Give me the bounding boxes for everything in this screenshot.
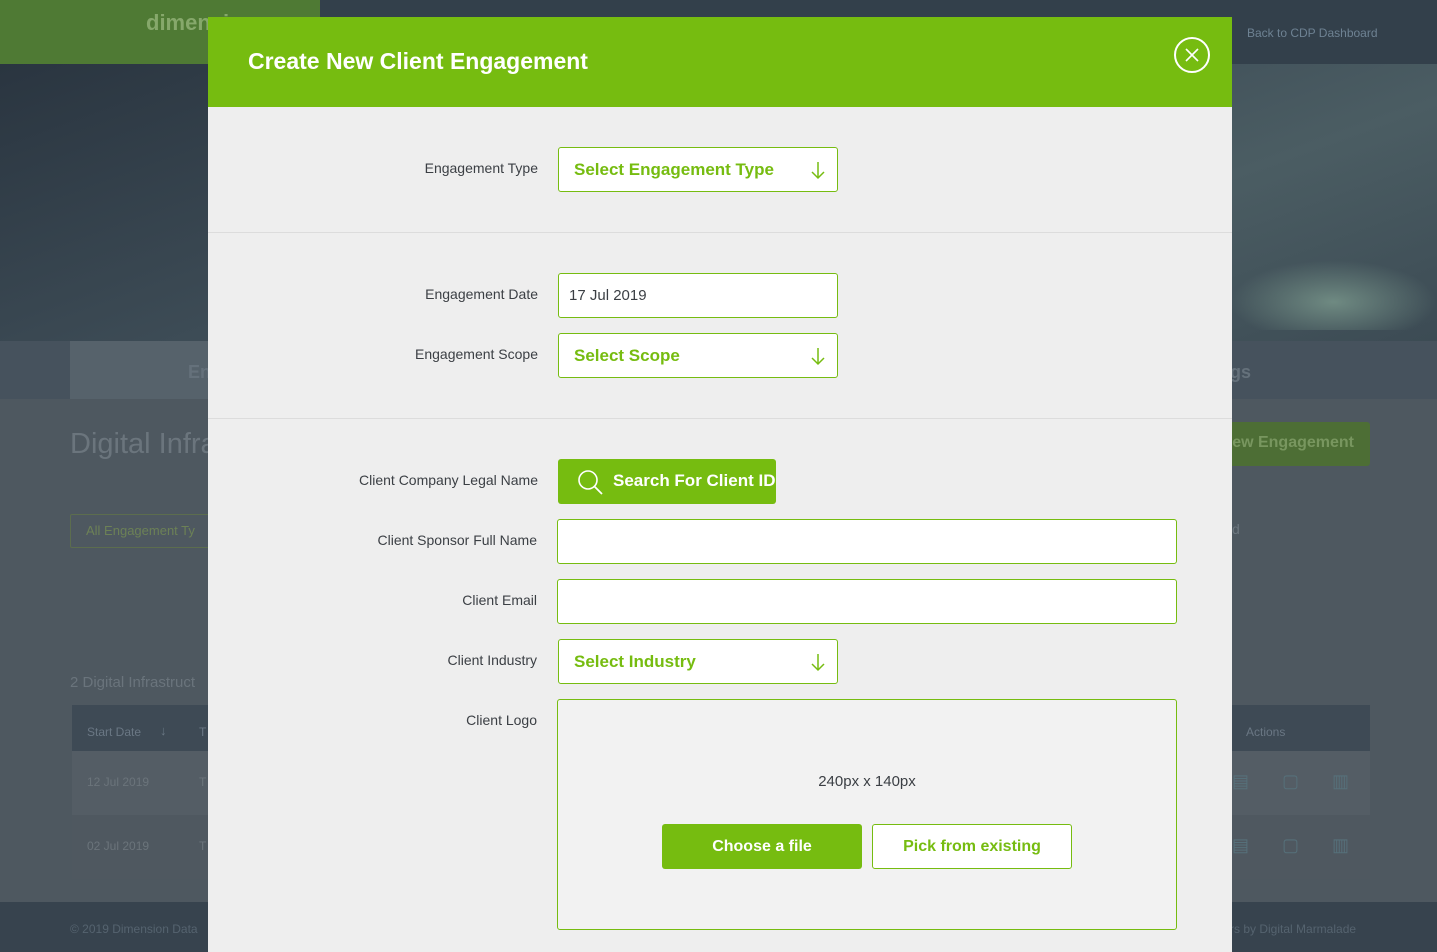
engagement-date-label: Engagement Date	[425, 286, 538, 302]
section-divider	[208, 232, 1232, 233]
arrow-down-icon	[811, 162, 825, 180]
section-divider	[208, 418, 1232, 419]
create-engagement-modal: Create New Client Engagement Engagement …	[208, 17, 1232, 952]
side-filter-label: d	[1232, 521, 1240, 537]
modal-header: Create New Client Engagement	[208, 17, 1232, 107]
engagement-type-value: Select Engagement Type	[574, 160, 774, 179]
arrow-down-icon	[811, 348, 825, 366]
choose-file-label: Choose a file	[712, 838, 812, 855]
type-cell: T	[199, 839, 207, 853]
logo-upload-area[interactable]: 240px x 140px Choose a file Pick from ex…	[557, 699, 1177, 930]
report-icon[interactable]: ▤	[1232, 771, 1249, 792]
close-icon	[1185, 48, 1199, 62]
search-icon	[578, 470, 603, 495]
report-icon[interactable]: ▤	[1232, 835, 1249, 856]
engagement-type-label: Engagement Type	[424, 160, 538, 176]
column-start-date[interactable]: Start Date	[87, 725, 141, 739]
engagement-scope-label: Engagement Scope	[415, 346, 538, 362]
client-company-label: Client Company Legal Name	[359, 472, 538, 488]
client-email-input[interactable]	[557, 579, 1177, 624]
client-sponsor-input[interactable]	[557, 519, 1177, 564]
page-title: Digital Infra	[70, 428, 217, 460]
start-date-cell: 12 Jul 2019	[87, 775, 150, 789]
chart-icon[interactable]: ▥	[1332, 835, 1349, 856]
engagement-date-input[interactable]	[558, 273, 838, 318]
pick-existing-button[interactable]: Pick from existing	[872, 824, 1072, 869]
presentation-icon[interactable]: ▢	[1282, 771, 1299, 792]
sort-arrow-icon[interactable]: ↓	[160, 723, 167, 738]
client-industry-select[interactable]: Select Industry	[558, 639, 838, 684]
tab-settings-label[interactable]: gs	[1230, 362, 1251, 383]
choose-file-button[interactable]: Choose a file	[662, 824, 862, 869]
hero-light-flare	[1230, 260, 1437, 330]
client-sponsor-label: Client Sponsor Full Name	[377, 532, 537, 548]
engagement-type-filter[interactable]: All Engagement Ty	[70, 514, 220, 548]
back-to-dashboard-link[interactable]: Back to CDP Dashboard	[1247, 26, 1378, 40]
engagement-type-select[interactable]: Select Engagement Type	[558, 147, 838, 192]
logo-size-hint: 240px x 140px	[818, 773, 916, 790]
result-count: 2 Digital Infrastruct	[70, 674, 196, 691]
footer-copyright: © 2019 Dimension Data	[70, 922, 198, 936]
search-client-id-button[interactable]: Search For Client ID	[558, 459, 776, 504]
column-actions: Actions	[1246, 725, 1286, 739]
footer-credit[interactable]: rs by Digital Marmalade	[1230, 922, 1356, 936]
arrow-down-icon	[811, 654, 825, 672]
search-client-id-label: Search For Client ID	[613, 471, 776, 490]
filter-label: All Engagement Ty	[86, 523, 195, 538]
modal-title: Create New Client Engagement	[248, 48, 588, 74]
client-industry-value: Select Industry	[574, 652, 696, 671]
type-cell: T	[199, 775, 207, 789]
column-type: T	[199, 725, 207, 739]
engagement-scope-value: Select Scope	[574, 346, 680, 365]
client-industry-label: Client Industry	[447, 652, 537, 668]
engagement-scope-select[interactable]: Select Scope	[558, 333, 838, 378]
close-button[interactable]	[1174, 37, 1210, 73]
client-email-label: Client Email	[462, 592, 537, 608]
start-date-cell: 02 Jul 2019	[87, 839, 150, 853]
new-engagement-label: ew Engagement	[1232, 434, 1354, 451]
chart-icon[interactable]: ▥	[1332, 771, 1349, 792]
client-logo-label: Client Logo	[466, 712, 537, 728]
pick-existing-label: Pick from existing	[903, 838, 1041, 855]
presentation-icon[interactable]: ▢	[1282, 835, 1299, 856]
